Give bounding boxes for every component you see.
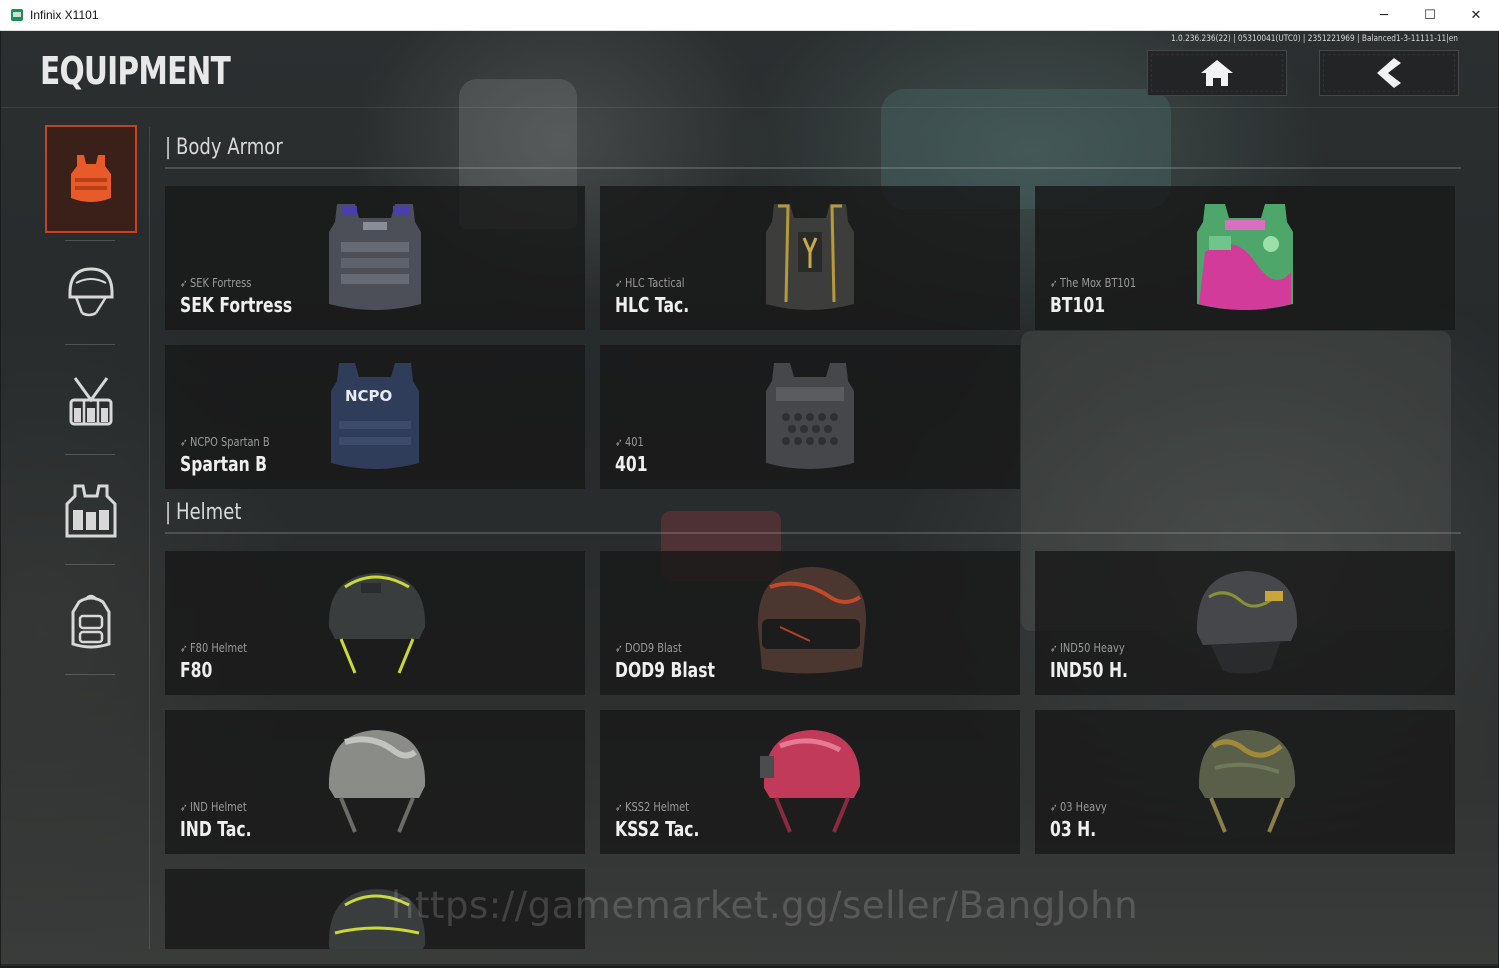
item-subtitle: ➶ IND50 Heavy xyxy=(1050,641,1125,655)
bottom-divider xyxy=(1,964,1498,966)
item-name: IND50 H. xyxy=(1050,658,1128,682)
back-arrow-icon xyxy=(1377,58,1401,88)
helmet-03-icon xyxy=(1198,730,1296,833)
home-icon xyxy=(1201,60,1233,86)
item-card-ind50-h[interactable]: ➶ IND50 Heavy IND50 H. xyxy=(1035,551,1455,695)
minimize-button[interactable]: ─ xyxy=(1361,0,1407,31)
sidebar-separator xyxy=(65,344,115,345)
backpack-icon xyxy=(71,594,111,649)
page-title: EQUIPMENT xyxy=(40,49,231,93)
item-subtitle: ➶ 401 xyxy=(615,435,644,449)
chest-rig-icon xyxy=(69,377,113,426)
item-subtitle: ➶ NCPO Spartan B xyxy=(180,435,270,449)
armor-401-icon xyxy=(766,363,854,469)
app-icon xyxy=(11,9,23,21)
item-card-dod9-blast[interactable]: ➶ DOD9 Blast DOD9 Blast xyxy=(600,551,1020,695)
helmet-f80-icon xyxy=(328,573,426,674)
helmet-ind50-icon xyxy=(1196,571,1298,674)
item-card-03-h[interactable]: ➶ 03 Heavy 03 H. xyxy=(1035,710,1455,854)
item-name: 401 xyxy=(615,452,648,476)
item-name: BT101 xyxy=(1050,293,1106,317)
tab-chest-rig[interactable] xyxy=(45,347,137,455)
body-armor-icon xyxy=(71,155,111,202)
tab-tactical-vest[interactable] xyxy=(45,457,137,565)
back-button[interactable] xyxy=(1319,50,1459,96)
item-card-f80[interactable]: ➶ F80 Helmet F80 xyxy=(165,551,585,695)
helmet-dod9-icon xyxy=(757,567,867,674)
item-subtitle: ➶ DOD9 Blast xyxy=(615,641,682,655)
tab-backpack[interactable] xyxy=(45,567,137,675)
item-name: Spartan B xyxy=(180,452,268,476)
item-subtitle: ➶ IND Helmet xyxy=(180,800,247,814)
item-card-spartan-b[interactable]: NCPO ➶ NCPO Spartan B Spartan B xyxy=(165,345,585,489)
tab-helmet[interactable] xyxy=(45,237,137,345)
game-viewport: EQUIPMENT 1.0.236.236(22) | 05310041(UTC… xyxy=(1,31,1498,966)
section-rule xyxy=(165,167,1461,169)
item-subtitle: ➶ The Mox BT101 xyxy=(1050,276,1137,290)
item-subtitle: ➶ F80 Helmet xyxy=(180,641,248,655)
sidebar-separator xyxy=(65,674,115,675)
item-name: KSS2 Tac. xyxy=(615,817,700,841)
tactical-vest-icon xyxy=(65,484,117,538)
section-title-helmet: | Helmet xyxy=(165,500,242,525)
item-name: DOD9 Blast xyxy=(615,658,715,682)
window-controls: ─ ☐ ✕ xyxy=(1361,0,1499,31)
maximize-button[interactable]: ☐ xyxy=(1407,0,1453,31)
item-subtitle: ➶ 03 Heavy xyxy=(1050,800,1107,814)
window-titlebar: Infinix X1101 ─ ☐ ✕ xyxy=(0,0,1499,31)
helmet-icon xyxy=(68,267,114,317)
item-card-kss2-tac[interactable]: ➶ KSS2 Helmet KSS2 Tac. xyxy=(600,710,1020,854)
item-subtitle: ➶ SEK Fortress xyxy=(180,276,252,290)
item-name: HLC Tac. xyxy=(615,293,690,317)
item-card-sek-fortress[interactable]: ➶ SEK Fortress SEK Fortress xyxy=(165,186,585,330)
window-title: Infinix X1101 xyxy=(30,8,99,22)
helmet-ind-icon xyxy=(328,730,426,833)
item-card-401[interactable]: ➶ 401 401 xyxy=(600,345,1020,489)
helmet-kss2-icon xyxy=(760,730,861,833)
sidebar-separator xyxy=(65,454,115,455)
svg-text:NCPO: NCPO xyxy=(345,387,392,405)
sidebar-divider xyxy=(149,127,150,949)
tab-body-armor[interactable] xyxy=(45,125,137,233)
item-name: SEK Fortress xyxy=(180,293,293,317)
build-info: 1.0.236.236(22) | 05310041(UTC0) | 23512… xyxy=(1171,34,1458,44)
item-card-ind-tac[interactable]: ➶ IND Helmet IND Tac. xyxy=(165,710,585,854)
header-divider xyxy=(1,107,1498,108)
item-subtitle: ➶ KSS2 Helmet xyxy=(615,800,690,814)
item-subtitle: ➶ HLC Tactical xyxy=(615,276,685,290)
armor-hlc-icon xyxy=(766,204,854,310)
item-name: 03 H. xyxy=(1050,817,1097,841)
section-title-body-armor: | Body Armor xyxy=(165,135,283,160)
armor-bt101-icon xyxy=(1197,204,1293,310)
sidebar-separator xyxy=(65,564,115,565)
home-button[interactable] xyxy=(1147,50,1287,96)
armor-ncpo-icon: NCPO xyxy=(331,363,419,469)
item-card-hlc-tac[interactable]: ➶ HLC Tactical HLC Tac. xyxy=(600,186,1020,330)
armor-sek-icon xyxy=(329,204,421,310)
item-name: IND Tac. xyxy=(180,817,252,841)
item-name: F80 xyxy=(180,658,213,682)
section-rule xyxy=(165,532,1461,534)
item-card-bt101[interactable]: ➶ The Mox BT101 BT101 xyxy=(1035,186,1455,330)
watermark: https://gamemarket.gg/seller/BangJohn xyxy=(391,884,1139,927)
close-button[interactable]: ✕ xyxy=(1453,0,1499,31)
